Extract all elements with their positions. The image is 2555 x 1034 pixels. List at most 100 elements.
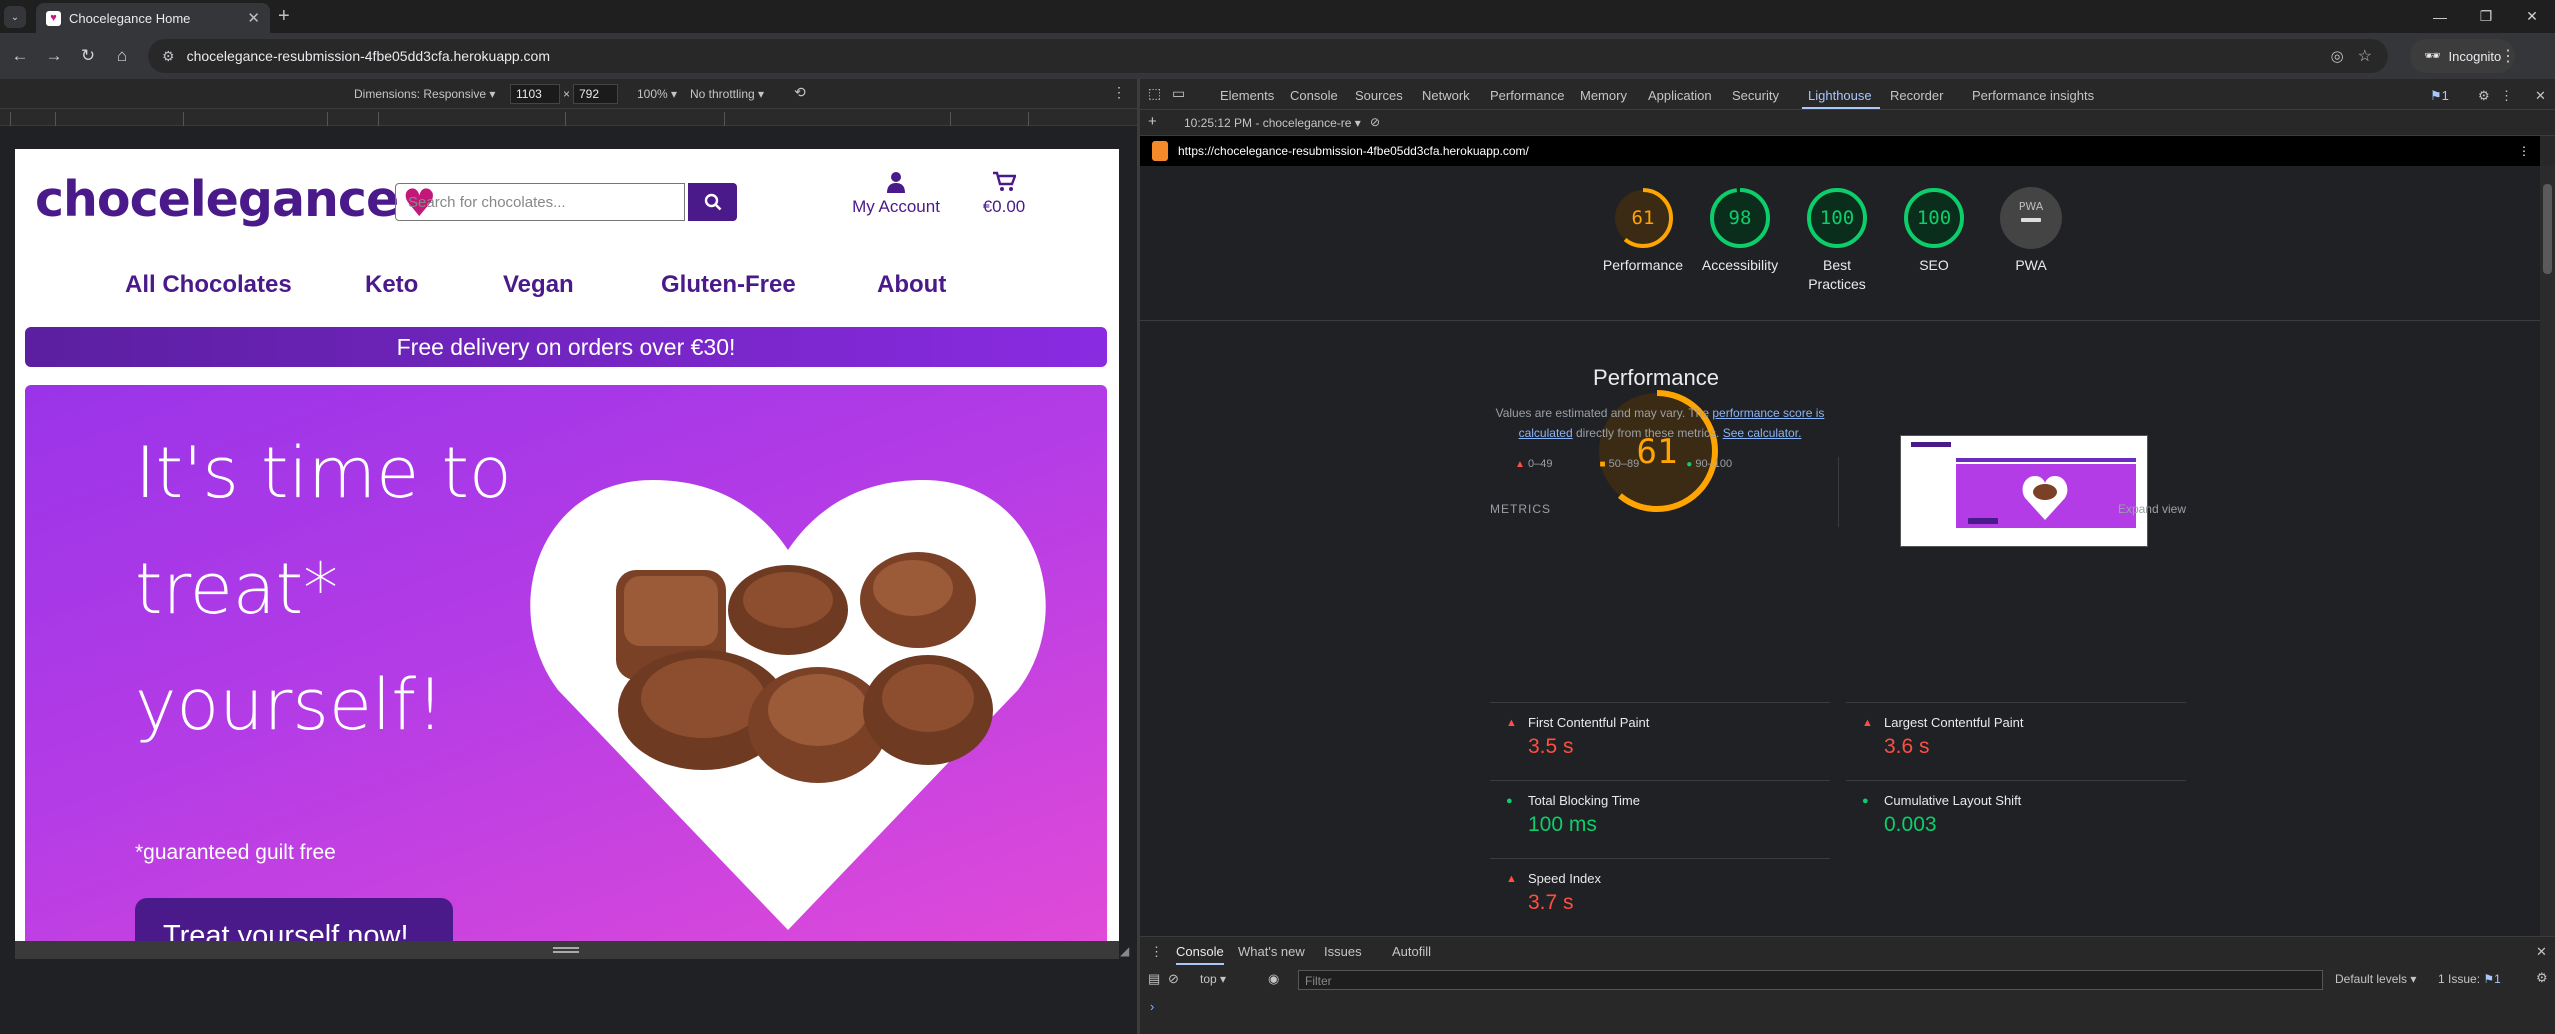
context-select[interactable]: top ▾ (1200, 972, 1226, 986)
issues-label: 1 Issue: (2438, 972, 2481, 986)
device-menu-icon[interactable]: ⋮ (1112, 84, 1126, 101)
cart-link[interactable]: €0.00 (969, 171, 1039, 217)
pass-circle-icon: ● (1506, 795, 1513, 807)
forward-icon[interactable]: → (40, 42, 68, 70)
tab-search-button[interactable]: ⌄ (4, 6, 26, 28)
tab-close-icon[interactable]: ✕ (247, 9, 260, 27)
log-levels-select[interactable]: Default levels ▾ (2335, 972, 2416, 986)
nav-keto[interactable]: Keto (365, 271, 418, 299)
metric-name: Largest Contentful Paint (1884, 715, 2024, 730)
settings-gear-icon[interactable]: ⚙ (2478, 88, 2490, 104)
site-info-icon[interactable]: ⚙ (162, 48, 175, 65)
eye-off-icon[interactable]: ◎ (2331, 47, 2344, 65)
drawer-close-icon[interactable]: ✕ (2536, 944, 2547, 960)
live-expression-eye-icon[interactable]: ◉ (1268, 971, 1279, 987)
expand-view-button[interactable]: Expand view (2118, 502, 2186, 516)
my-account-link[interactable]: My Account (841, 171, 951, 217)
gauge-label: SEO (1919, 257, 1949, 273)
tab-performance-insights[interactable]: Performance insights (1972, 88, 2094, 103)
browser-tab[interactable]: ♥ Chocelegance Home ✕ (36, 3, 270, 33)
console-settings-icon[interactable]: ⚙ (2536, 970, 2548, 986)
tab-memory[interactable]: Memory (1580, 88, 1627, 103)
console-prompt[interactable]: › (1150, 999, 1154, 1014)
gauge-score: 100 (1820, 207, 1854, 229)
report-selector[interactable]: 10:25:12 PM - chocelegance-re ▾ (1184, 116, 1361, 130)
drawer-tab-autofill[interactable]: Autofill (1392, 944, 1431, 959)
tab-security[interactable]: Security (1732, 88, 1779, 103)
user-icon (887, 172, 905, 193)
report-url[interactable]: https://chocelegance-resubmission-4fbe05… (1178, 144, 1529, 158)
drawer-tab-issues[interactable]: Issues (1324, 944, 1362, 959)
sidebar-toggle-icon[interactable]: ▤ (1148, 971, 1160, 987)
console-filter-input[interactable]: Filter (1298, 970, 2323, 990)
zoom-select[interactable]: 100% ▾ (637, 87, 677, 101)
page-screenshot-thumbnail[interactable] (1900, 435, 2148, 547)
gauge-best-practices[interactable]: 100 Best Practices (1792, 186, 1882, 294)
menu-kebab-icon[interactable]: ⋮ (2500, 46, 2516, 66)
tab-elements[interactable]: Elements (1220, 88, 1274, 103)
inspect-icon[interactable]: ⬚ (1148, 85, 1161, 102)
tab-performance[interactable]: Performance (1490, 88, 1564, 103)
minimize-icon[interactable]: — (2417, 0, 2463, 33)
corner-resize-icon[interactable]: ◢ (1120, 944, 1129, 958)
report-scrollbar[interactable] (2540, 166, 2555, 936)
site-logo[interactable]: chocelegance ♥ (35, 171, 436, 228)
address-bar[interactable]: ⚙ chocelegance-resubmission-4fbe05dd3cfa… (148, 39, 2388, 73)
metrics-title: METRICS (1490, 502, 1551, 516)
metric-value: 3.6 s (1884, 735, 1930, 758)
back-icon[interactable]: ← (6, 42, 34, 70)
bookmark-star-icon[interactable]: ☆ (2358, 46, 2372, 66)
tab-lighthouse[interactable]: Lighthouse (1808, 88, 1872, 103)
drawer-tab-whats-new[interactable]: What's new (1238, 944, 1305, 959)
new-tab-button[interactable]: + (278, 5, 290, 28)
nav-about[interactable]: About (877, 271, 946, 299)
clear-console-icon[interactable]: ⊘ (1168, 971, 1179, 987)
close-window-icon[interactable]: ✕ (2509, 0, 2555, 33)
search-input[interactable]: Search for chocolates... (395, 183, 685, 221)
treat-yourself-button[interactable]: Treat yourself now! (135, 898, 453, 941)
reload-icon[interactable]: ↻ (74, 42, 102, 70)
gauge-seo[interactable]: 100 SEO (1889, 186, 1979, 275)
nav-all-chocolates[interactable]: All Chocolates (125, 271, 292, 299)
see-calculator-link[interactable]: See calculator. (1723, 426, 1802, 440)
gauge-label: Accessibility (1701, 257, 1779, 273)
new-report-icon[interactable]: + (1148, 113, 1157, 130)
gauge-performance[interactable]: 61 Performance (1598, 186, 1688, 275)
rotate-icon[interactable]: ⟲ (794, 84, 806, 101)
hero-line-1: It's time to (135, 432, 512, 514)
drawer-menu-icon[interactable]: ⋮ (1150, 944, 1163, 960)
device-toggle-icon[interactable]: ▭ (1172, 85, 1185, 102)
issues-counter[interactable]: 1 Issue: ⚑1 (2438, 972, 2501, 986)
issues-counter-count: 1 (2494, 972, 2501, 986)
tab-console[interactable]: Console (1290, 88, 1338, 103)
gauge-accessibility[interactable]: 98 Accessibility (1695, 186, 1785, 275)
tab-sources[interactable]: Sources (1355, 88, 1403, 103)
tab-recorder[interactable]: Recorder (1890, 88, 1943, 103)
viewport-height-input[interactable]: 792 (573, 84, 618, 104)
hero-section: It's time to treat* yourself! *guarantee… (25, 385, 1107, 941)
nav-vegan[interactable]: Vegan (503, 271, 574, 299)
device-toolbar: Dimensions: Responsive ▾ 1103 × 792 100%… (0, 79, 1137, 109)
dimension-separator: × (563, 87, 571, 101)
throttling-select[interactable]: No throttling ▾ (690, 87, 764, 101)
report-menu-icon[interactable]: ⋮ (2518, 144, 2530, 158)
home-icon[interactable]: ⌂ (108, 42, 136, 70)
clear-reports-icon[interactable]: ⊘ (1370, 115, 1380, 129)
devtools-menu-icon[interactable]: ⋮ (2500, 88, 2513, 104)
viewport-width-input[interactable]: 1103 (510, 84, 560, 104)
restore-icon[interactable]: ❐ (2463, 0, 2509, 33)
pass-circle-icon: ● (1686, 459, 1693, 470)
tab-network[interactable]: Network (1422, 88, 1470, 103)
dimensions-select[interactable]: Dimensions: Responsive ▾ (354, 87, 495, 101)
note-prefix: Values are estimated and may vary. The (1495, 406, 1713, 420)
issues-badge[interactable]: ⚑1 (2430, 88, 2449, 104)
devtools-close-icon[interactable]: ✕ (2535, 88, 2546, 104)
nav-gluten-free[interactable]: Gluten-Free (661, 271, 796, 299)
gauge-pwa[interactable]: PWA PWA (1986, 186, 2076, 275)
viewport-resize-handle[interactable] (15, 941, 1119, 959)
tab-application[interactable]: Application (1648, 88, 1712, 103)
gauge-label: Best Practices (1808, 257, 1866, 292)
window-controls: — ❐ ✕ (2417, 0, 2555, 33)
drawer-tab-console[interactable]: Console (1176, 944, 1224, 965)
search-button[interactable] (688, 183, 737, 221)
